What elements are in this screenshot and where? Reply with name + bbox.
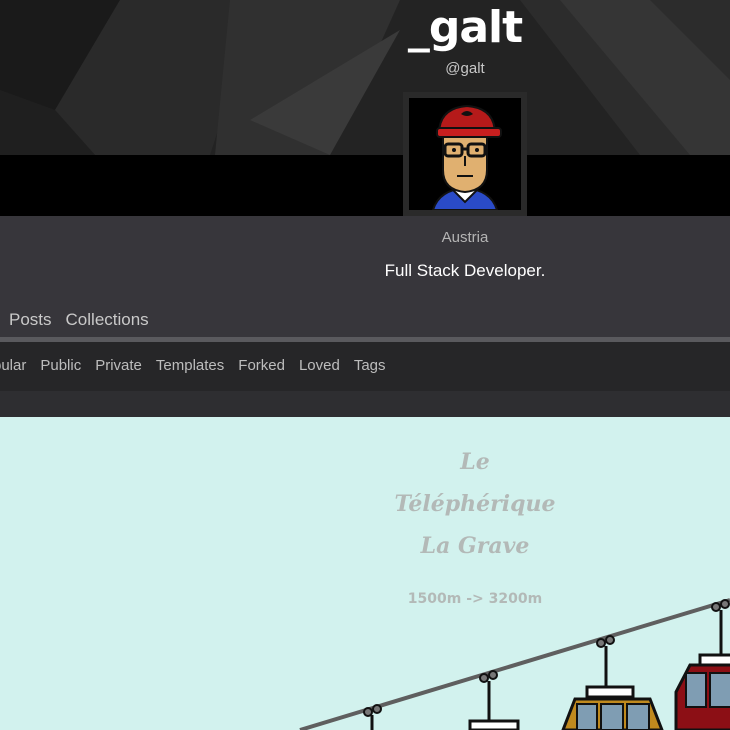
preview-altitude: 1500m -> 3200m <box>407 591 543 607</box>
gondola-b <box>468 670 520 730</box>
gondola-hanger-a <box>363 704 382 730</box>
filter-private[interactable]: Private <box>95 357 142 374</box>
tab-posts[interactable]: Posts <box>9 310 52 330</box>
gondola-d <box>674 599 730 730</box>
filter-public[interactable]: Public <box>40 357 81 374</box>
filter-tags[interactable]: Tags <box>354 357 386 374</box>
cover-band <box>0 155 730 216</box>
profile-username: _galt <box>407 2 523 53</box>
profile-handle: @galt <box>445 60 485 77</box>
preview-title-line3: La Grave <box>420 533 530 559</box>
tab-collections[interactable]: Collections <box>66 310 149 330</box>
filter-forked[interactable]: Forked <box>238 357 285 374</box>
pen-preview[interactable]: Le Téléphérique La Grave 1500m -> 3200m <box>0 417 730 730</box>
filter-popular[interactable]: pular <box>0 357 26 374</box>
avatar-image <box>409 98 521 211</box>
gondola-c <box>561 635 664 730</box>
filter-nav: pular Public Private Templates Forked Lo… <box>0 342 730 391</box>
profile-tabs: Posts Collections <box>9 310 149 330</box>
preview-title-line1: Le <box>460 449 490 475</box>
preview-title-line2: Téléphérique <box>394 491 556 517</box>
avatar[interactable] <box>403 92 527 216</box>
profile-bio: Full Stack Developer. <box>384 261 546 280</box>
profile-location: Austria <box>441 229 489 246</box>
filter-templates[interactable]: Templates <box>156 357 224 374</box>
filter-loved[interactable]: Loved <box>299 357 340 374</box>
content-gap <box>0 391 730 417</box>
